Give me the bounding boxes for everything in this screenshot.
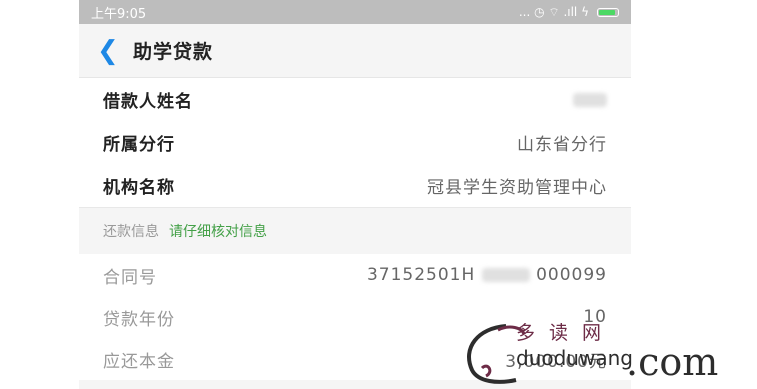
branch-label: 所属分行 — [103, 135, 175, 155]
redacted-contract-blur — [481, 268, 530, 282]
contract-value-start: 37152501H — [366, 265, 476, 285]
info-row-institution: 机构名称 冠县学生资助管理中心 — [79, 164, 631, 207]
battery-icon — [597, 7, 619, 17]
borrower-name-value — [573, 90, 607, 110]
repayment-section-header: 还款信息 请仔细核对信息 — [79, 208, 631, 254]
title-bar: ❮ 助学贷款 — [79, 24, 631, 78]
borrower-name-label: 借款人姓名 — [103, 92, 193, 112]
principal-label: 应还本金 — [103, 351, 175, 372]
info-row-borrower-name: 借款人姓名 — [79, 78, 631, 121]
watermark-cn-text: 多读网 — [516, 322, 616, 344]
repayment-section-title: 还款信息 — [103, 224, 159, 240]
loan-year-label: 贷款年份 — [103, 309, 175, 330]
page-title: 助学贷款 — [133, 41, 214, 63]
status-icon-glyphs: ... ◷ ⌔ .ıll ϟ — [518, 4, 589, 19]
redacted-name-blur — [573, 92, 607, 107]
contract-value-end: 000099 — [536, 265, 607, 285]
status-time: 上午9:05 — [91, 6, 147, 22]
back-arrow-icon[interactable]: ❮ — [97, 38, 121, 64]
institution-label: 机构名称 — [103, 178, 175, 198]
info-row-branch: 所属分行 山东省分行 — [79, 121, 631, 164]
status-icons: ... ◷ ⌔ .ıll ϟ — [519, 5, 619, 20]
contract-value: 37152501H 000099 — [367, 265, 607, 285]
watermark-site-text: duoduwang — [516, 346, 633, 370]
contract-label: 合同号 — [103, 267, 157, 288]
branch-value: 山东省分行 — [517, 135, 607, 155]
status-bar: 上午9:05 ... ◷ ⌔ .ıll ϟ — [79, 0, 631, 24]
contract-row: 合同号 37152501H 000099 — [79, 254, 631, 296]
watermark-tld-text: .com — [626, 340, 719, 384]
institution-value: 冠县学生资助管理中心 — [427, 178, 607, 198]
borrower-info-section: 借款人姓名 所属分行 山东省分行 机构名称 冠县学生资助管理中心 — [79, 78, 631, 208]
site-watermark: 多读网 duoduwang .com — [458, 318, 757, 389]
verify-hint: 请仔细核对信息 — [169, 224, 267, 240]
